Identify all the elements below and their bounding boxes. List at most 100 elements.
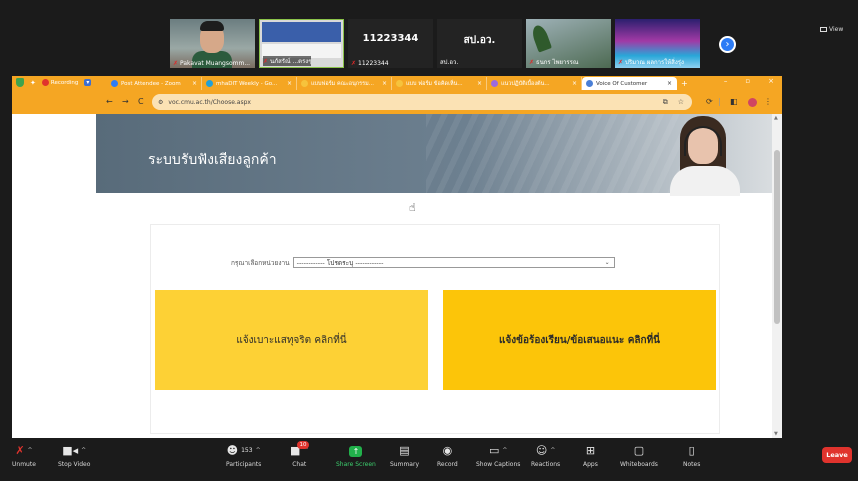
- zoom-gallery-bar: ✗ Pakavat Muangsomm... ✗ นภัสรัณ์ ...ตรงๆ …: [0, 0, 858, 76]
- reactions-button[interactable]: ☺ ^ Reactions: [531, 444, 560, 468]
- tab-guidelines[interactable]: แนวปฏิบัติเบื้องต้น... ×: [487, 77, 582, 90]
- participant-tile[interactable]: ✗ นภัสรัณ์ ...ตรงๆ: [259, 19, 344, 68]
- star-icon[interactable]: ☆: [678, 98, 684, 107]
- notes-icon: ▯: [688, 444, 695, 457]
- url-actions: ⧉ ☆: [663, 98, 684, 107]
- address-bar: ← → C ⚙ voc.cmu.ac.th/Choose.aspx ⧉ ☆ ⟳ |…: [12, 90, 782, 114]
- doc-favicon-icon: [396, 80, 403, 87]
- divider: |: [718, 97, 721, 106]
- tab-form-2[interactable]: แบบ ฟอร์ม ข้อคิดเห็น... ×: [392, 77, 487, 90]
- tab-weekly[interactable]: mhaDIT Weekly - Go... ×: [202, 77, 297, 90]
- caret-up-icon[interactable]: ^: [81, 444, 86, 458]
- department-select-value: ------------ โปรดระบุ ------------: [296, 258, 384, 267]
- close-tab-icon[interactable]: ×: [382, 80, 387, 87]
- whiteboards-button[interactable]: ▢ Whiteboards: [620, 444, 658, 468]
- globe-favicon-icon: [586, 80, 593, 87]
- close-tab-icon[interactable]: ×: [667, 80, 672, 87]
- participants-button[interactable]: ☻ 153 ^ Participants: [226, 444, 261, 468]
- recording-indicator[interactable]: Recording: [41, 79, 78, 86]
- participant-tile[interactable]: ✗ ปริมาณ ผลการให้สิ่งรุ่ง: [615, 19, 700, 68]
- scroll-up-icon[interactable]: ▲: [774, 115, 778, 121]
- mic-muted-icon: ✗: [263, 57, 269, 65]
- participant-name-label: ✗ 11223344: [351, 60, 389, 67]
- chat-button[interactable]: ■ ^ 10 Chat: [290, 441, 309, 468]
- complaint-suggestion-label: แจ้งข้อร้องเรียน/ข้อเสนอแนะ คลิกที่นี่: [498, 334, 661, 346]
- summary-label: Summary: [390, 461, 419, 468]
- record-icon: ◉: [442, 444, 453, 457]
- chevron-right-icon: ›: [725, 39, 730, 50]
- close-tab-icon[interactable]: ×: [287, 80, 292, 87]
- department-select[interactable]: ------------ โปรดระบุ ------------ ⌄: [292, 257, 615, 268]
- tab-voice-of-customer[interactable]: Voice Of Customer ×: [582, 77, 677, 90]
- close-window-icon[interactable]: ×: [768, 77, 774, 85]
- share-screen-icon: ↑: [349, 445, 363, 457]
- scroll-down-icon[interactable]: ▼: [774, 431, 778, 437]
- mic-muted-icon: ✗: [351, 60, 357, 67]
- tab-post-attendee[interactable]: Post Attendee - Zoom ×: [107, 77, 202, 90]
- whiteboard-icon: ▢: [633, 444, 645, 457]
- tab-list: Post Attendee - Zoom × mhaDIT Weekly - Go…: [107, 77, 697, 90]
- caret-up-icon[interactable]: ^: [550, 444, 555, 458]
- tab-form-1[interactable]: แบบฟอร์ม คณะอนุกรรม... ×: [297, 77, 392, 90]
- page-scrollbar[interactable]: ▲ ▼: [772, 114, 782, 438]
- record-dot-icon: [41, 79, 49, 86]
- close-tab-icon[interactable]: ×: [477, 80, 482, 87]
- summary-button[interactable]: ▤ Summary: [390, 444, 419, 468]
- new-tab-button[interactable]: +: [677, 77, 697, 90]
- site-info-icon[interactable]: ⚙: [158, 99, 163, 106]
- complaint-suggestion-button[interactable]: แจ้งข้อร้องเรียน/ข้อเสนอแนะ คลิกที่นี่: [443, 290, 716, 390]
- translate-icon[interactable]: ⧉: [663, 98, 668, 107]
- reload-icon[interactable]: C: [138, 97, 144, 106]
- mic-muted-icon: ✗: [173, 60, 179, 67]
- participant-name-label: ✗ ปริมาณ ผลการให้สิ่งรุ่ง: [618, 58, 684, 67]
- menu-kebab-icon[interactable]: ⋮: [764, 97, 772, 106]
- share-screen-button[interactable]: ↑ Share Screen: [336, 444, 376, 468]
- extensions-icon[interactable]: ⟳: [706, 97, 713, 106]
- view-button[interactable]: View: [820, 26, 843, 33]
- stop-video-button[interactable]: ■◂ ^ Stop Video: [58, 444, 90, 468]
- reactions-label: Reactions: [531, 461, 561, 468]
- maximize-icon[interactable]: ▫: [745, 77, 750, 85]
- gallery-strip: ✗ Pakavat Muangsomm... ✗ นภัสรัณ์ ...ตรงๆ …: [170, 19, 700, 68]
- web-page: ระบบรับฟังเสียงลูกค้า กรุณาเลือกหน่วยงาน…: [96, 114, 772, 438]
- document-summary-icon: ▤: [399, 444, 410, 457]
- caret-up-icon[interactable]: ^: [502, 444, 507, 458]
- participant-tile[interactable]: 11223344 ✗ 11223344: [348, 19, 433, 68]
- profile-avatar[interactable]: [748, 98, 757, 107]
- participant-hair: [200, 21, 224, 31]
- scroll-thumb[interactable]: [774, 150, 780, 324]
- forward-arrow-icon[interactable]: →: [122, 97, 129, 106]
- tab-search-icon[interactable]: ▾: [84, 79, 92, 86]
- meet-favicon-icon: [206, 80, 213, 87]
- side-panel-icon[interactable]: ◧: [730, 97, 738, 106]
- headset-icon: [684, 126, 722, 156]
- reactions-icon-group: ☺ ^: [536, 444, 556, 458]
- captions-icon-group: ▭ ^: [489, 444, 507, 458]
- participant-tile[interactable]: สป.อว. สป.อว.: [437, 19, 522, 68]
- notes-button[interactable]: ▯ Notes: [683, 444, 700, 468]
- record-button[interactable]: ◉ Record: [437, 444, 458, 468]
- url-text: voc.cmu.ac.th/Choose.aspx: [168, 98, 251, 106]
- gallery-next-button[interactable]: ›: [719, 36, 736, 53]
- apps-button[interactable]: ⊞ Apps: [583, 444, 598, 468]
- doc-favicon-icon: [301, 80, 308, 87]
- unmute-button[interactable]: ✗ ^ Unmute: [12, 444, 36, 468]
- close-tab-icon[interactable]: ×: [572, 80, 577, 87]
- close-tab-icon[interactable]: ×: [192, 80, 197, 87]
- microphone-muted-icon: ✗: [15, 444, 25, 457]
- apps-grid-icon: ⊞: [585, 444, 596, 457]
- zoom-toolbar: ✗ ^ Unmute ■◂ ^ Stop Video ☻ 153 ^ Participa…: [0, 438, 858, 481]
- record-label: Record: [437, 461, 458, 468]
- caret-up-icon[interactable]: ^: [256, 444, 261, 458]
- url-field[interactable]: ⚙ voc.cmu.ac.th/Choose.aspx ⧉ ☆: [152, 94, 692, 110]
- back-arrow-icon[interactable]: ←: [106, 97, 113, 106]
- zoom-favicon-icon: [111, 80, 118, 87]
- show-captions-button[interactable]: ▭ ^ Show Captions: [476, 444, 520, 468]
- minimize-icon[interactable]: –: [724, 77, 728, 85]
- leave-button[interactable]: Leave: [822, 447, 852, 463]
- participant-tile[interactable]: ✗ Pakavat Muangsomm...: [170, 19, 255, 68]
- pin-icon[interactable]: ✦: [30, 79, 36, 87]
- participant-tile[interactable]: ✗ ธนกร ไพยารรณ: [526, 19, 611, 68]
- caret-up-icon[interactable]: ^: [28, 444, 33, 458]
- report-fraud-button[interactable]: แจ้งเบาะแสทุจริต คลิกที่นี่: [155, 290, 428, 390]
